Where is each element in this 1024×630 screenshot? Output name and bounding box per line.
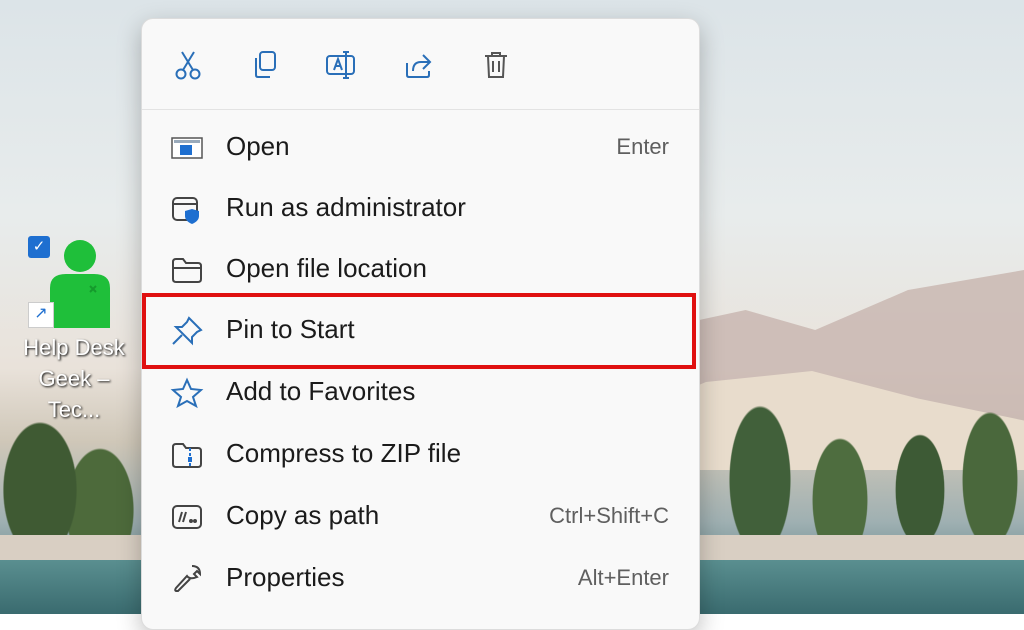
shortcut-label-line2: Geek – Tec... xyxy=(38,366,110,422)
rename-button[interactable] xyxy=(322,45,362,85)
context-menu: Open Enter Run as administrator Open fil… xyxy=(141,18,700,630)
menu-item-label: Open xyxy=(226,131,290,161)
wrench-icon xyxy=(174,565,202,592)
menu-item-label: Add to Favorites xyxy=(226,376,416,406)
selection-checkbox-icon[interactable]: ✓ xyxy=(28,236,50,258)
menu-item-shortcut: Alt+Enter xyxy=(577,565,669,590)
menu-item-label: Copy as path xyxy=(226,500,380,530)
menu-item-properties[interactable]: Properties Alt+Enter xyxy=(144,549,697,609)
menu-item-open[interactable]: Open Enter xyxy=(144,118,697,178)
trash-icon xyxy=(485,52,507,78)
menu-item-compress-to-zip[interactable]: Compress to ZIP file xyxy=(144,425,697,485)
rename-icon xyxy=(326,51,355,79)
menu-item-shortcut: Enter xyxy=(616,134,669,159)
shortcut-label-line1: Help Desk xyxy=(23,335,125,360)
menu-item-label: Run as administrator xyxy=(226,192,466,222)
shield-window-icon xyxy=(172,197,199,224)
cut-button[interactable] xyxy=(168,45,208,85)
shortcut-label: Help Desk Geek – Tec... xyxy=(10,332,138,425)
shortcut-arrow-icon: ↗ xyxy=(28,302,54,328)
context-menu-toolbar xyxy=(142,19,699,110)
menu-item-label: Compress to ZIP file xyxy=(226,438,462,468)
delete-button[interactable] xyxy=(476,45,516,85)
share-button[interactable] xyxy=(399,45,439,85)
app-window-icon xyxy=(171,137,203,159)
menu-item-label: Open file location xyxy=(226,253,427,283)
folder-icon xyxy=(172,258,202,283)
zip-folder-icon xyxy=(172,443,202,468)
copy-path-icon xyxy=(172,505,202,529)
menu-item-shortcut: Ctrl+Shift+C xyxy=(549,503,669,528)
scissors-icon xyxy=(175,51,201,80)
pin-icon xyxy=(172,316,203,346)
menu-item-label: Properties xyxy=(226,562,345,592)
copy-icon xyxy=(255,51,276,78)
menu-item-open-file-location[interactable]: Open file location xyxy=(144,240,697,300)
star-icon xyxy=(170,377,204,409)
menu-item-pin-to-start[interactable]: Pin to Start xyxy=(144,301,697,361)
copy-button[interactable] xyxy=(245,45,285,85)
menu-item-label: Pin to Start xyxy=(226,314,355,344)
desktop-shortcut[interactable]: ✓ ↗ Help Desk Geek – Tec... xyxy=(10,232,138,422)
share-icon xyxy=(406,54,432,78)
menu-item-run-as-administrator[interactable]: Run as administrator xyxy=(144,179,697,239)
menu-item-add-to-favorites[interactable]: Add to Favorites xyxy=(144,363,697,423)
menu-item-copy-as-path[interactable]: Copy as path Ctrl+Shift+C xyxy=(144,487,697,547)
